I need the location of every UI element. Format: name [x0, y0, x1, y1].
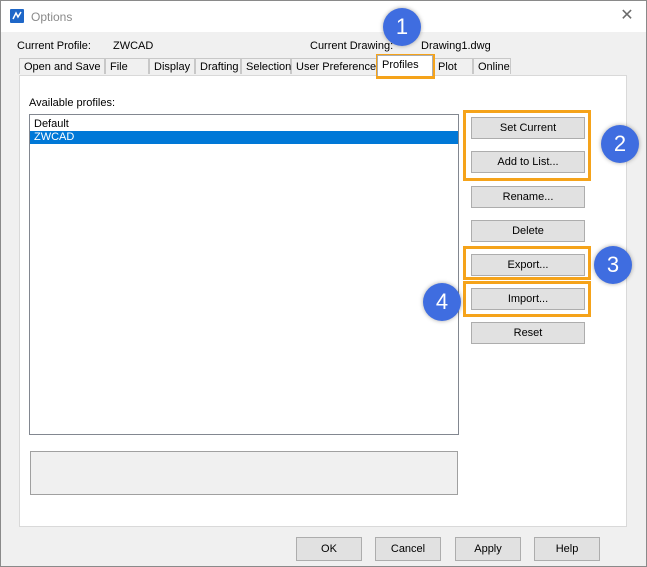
- list-item-zwcad[interactable]: ZWCAD: [30, 131, 458, 144]
- app-icon: [10, 9, 24, 23]
- title-bar: Options ✕: [1, 1, 646, 32]
- step-badge-2: 2: [601, 125, 639, 163]
- tab-online[interactable]: Online: [473, 58, 511, 74]
- delete-button[interactable]: Delete: [471, 220, 585, 242]
- profiles-list[interactable]: Default ZWCAD: [29, 114, 459, 435]
- add-to-list-button[interactable]: Add to List...: [471, 151, 585, 173]
- profile-description-box: [30, 451, 458, 495]
- ok-button[interactable]: OK: [296, 537, 362, 561]
- step-badge-1: 1: [383, 8, 421, 46]
- set-current-button[interactable]: Set Current: [471, 117, 585, 139]
- current-drawing-label: Current Drawing:: [310, 40, 394, 52]
- tab-profiles[interactable]: Profiles: [377, 55, 433, 76]
- export-button[interactable]: Export...: [471, 254, 585, 276]
- cancel-button[interactable]: Cancel: [375, 537, 441, 561]
- current-profile-label: Current Profile:: [17, 40, 91, 52]
- options-dialog: Options ✕ Current Profile: ZWCAD Current…: [0, 0, 647, 567]
- tab-user-preferences[interactable]: User Preferences: [291, 58, 377, 74]
- step-badge-3: 3: [594, 246, 632, 284]
- current-drawing-value: Drawing1.dwg: [421, 40, 491, 52]
- close-icon[interactable]: ✕: [616, 6, 638, 26]
- current-profile-value: ZWCAD: [113, 40, 154, 52]
- tab-open-and-save[interactable]: Open and Save: [19, 58, 105, 74]
- tab-file[interactable]: File: [105, 58, 149, 74]
- available-profiles-label: Available profiles:: [29, 97, 116, 109]
- help-button[interactable]: Help: [534, 537, 600, 561]
- import-button[interactable]: Import...: [471, 288, 585, 310]
- list-item-default[interactable]: Default: [30, 118, 458, 131]
- apply-button[interactable]: Apply: [455, 537, 521, 561]
- tab-plot[interactable]: Plot: [433, 58, 473, 74]
- rename-button[interactable]: Rename...: [471, 186, 585, 208]
- tab-display[interactable]: Display: [149, 58, 195, 74]
- tab-drafting[interactable]: Drafting: [195, 58, 241, 74]
- reset-button[interactable]: Reset: [471, 322, 585, 344]
- step-badge-4: 4: [423, 283, 461, 321]
- window-title: Options: [31, 10, 73, 24]
- tab-selection[interactable]: Selection: [241, 58, 291, 74]
